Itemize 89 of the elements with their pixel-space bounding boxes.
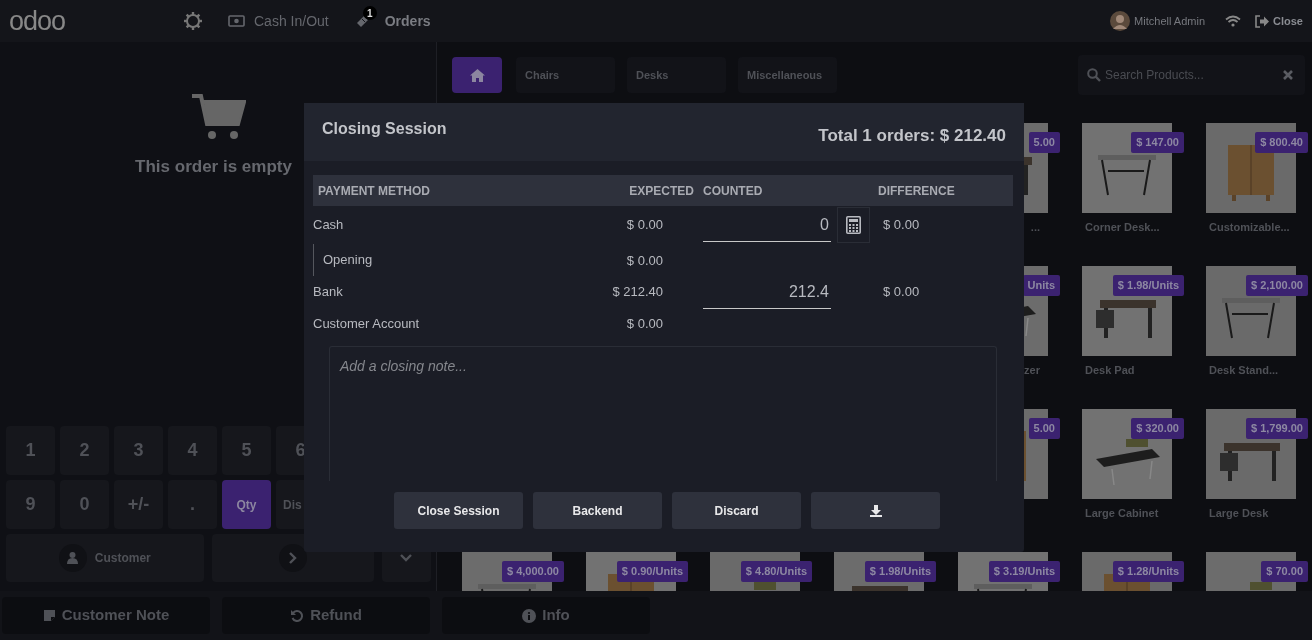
numpad-key[interactable]: . xyxy=(168,480,217,529)
customer-button[interactable]: Customer xyxy=(6,534,204,582)
calculator-icon xyxy=(846,216,861,234)
category-button[interactable]: Chairs xyxy=(516,57,615,93)
price-tag: $ 147.00 xyxy=(1131,132,1184,153)
price-tag: $ 800.40 xyxy=(1255,132,1308,153)
note-icon xyxy=(42,609,56,622)
price-tag: Units xyxy=(1022,275,1060,296)
numpad-key[interactable]: 3 xyxy=(114,426,163,475)
price-tag: $ 1,799.00 xyxy=(1246,418,1308,439)
close-button[interactable]: Close xyxy=(1255,12,1303,30)
exit-icon xyxy=(1255,14,1270,28)
column-header: EXPECTED xyxy=(629,182,694,200)
info-button[interactable]: Info xyxy=(442,597,650,634)
column-header: COUNTED xyxy=(703,182,763,200)
expected-amount: $ 0.00 xyxy=(626,315,663,334)
payment-method: Opening xyxy=(323,251,373,270)
cash-icon xyxy=(228,15,245,27)
numpad-key[interactable]: +/- xyxy=(114,480,163,529)
numpad-key[interactable]: 1 xyxy=(6,426,55,475)
wifi-icon xyxy=(1225,15,1242,27)
undo-icon xyxy=(290,608,305,623)
product-name: Large Desk xyxy=(1208,506,1270,521)
difference-amount: $ 0.00 xyxy=(882,283,920,302)
count-badge: 1 xyxy=(362,6,377,20)
numpad-key[interactable]: 0 xyxy=(60,480,109,529)
price-tag: $ 70.00 xyxy=(1261,561,1308,582)
customer-note-button[interactable]: Customer Note xyxy=(2,597,210,634)
product-name: Customizable... xyxy=(1208,220,1291,235)
user-icon xyxy=(67,552,79,564)
category-button[interactable]: Desks xyxy=(627,57,726,93)
price-tag: $ 0.90/Units xyxy=(616,561,688,582)
counted-field[interactable]: 212.4 xyxy=(703,275,831,309)
expected-amount: $ 212.40 xyxy=(612,283,663,302)
dialog-button[interactable]: Close Session xyxy=(394,492,523,529)
price-tag: $ 320.00 xyxy=(1131,418,1184,439)
price-tag: $ 1.98/Units xyxy=(1112,275,1184,296)
search-icon xyxy=(1087,68,1101,82)
column-header: PAYMENT METHOD xyxy=(318,182,430,200)
price-tag: $ 1.28/Units xyxy=(1112,561,1184,582)
chevron-down-icon xyxy=(400,554,413,562)
numpad-key[interactable]: Qty xyxy=(222,480,271,529)
home-icon xyxy=(469,68,485,82)
numpad-key[interactable]: 9 xyxy=(6,480,55,529)
price-tag: 5.00 xyxy=(1028,132,1060,153)
orders-total: Total 1 orders: $ 212.40 xyxy=(818,125,1006,147)
logo: odoo xyxy=(8,4,67,38)
price-tag: $ 3.19/Units xyxy=(988,561,1060,582)
avatar-icon xyxy=(1110,11,1131,31)
expected-amount: $ 0.00 xyxy=(626,216,663,235)
category-button[interactable]: Miscellaneous xyxy=(738,57,837,93)
product-name: zer xyxy=(1023,363,1041,378)
product-name: ... xyxy=(1029,220,1041,235)
price-tag: $ 4.80/Units xyxy=(740,561,812,582)
price-tag: $ 4,000.00 xyxy=(502,561,564,582)
search-field[interactable]: Search Products... xyxy=(1078,55,1305,95)
home-button[interactable] xyxy=(452,57,502,93)
cart-icon xyxy=(191,94,246,140)
price-tag: 5.00 xyxy=(1028,418,1060,439)
calculator-button[interactable] xyxy=(837,207,870,243)
product-name: Desk Pad xyxy=(1084,363,1136,378)
closing-note-field[interactable]: Add a closing note... xyxy=(329,346,997,481)
price-tag: $ 1.98/Units xyxy=(864,561,936,582)
dialog-title: Closing Session xyxy=(322,119,447,139)
numpad-key[interactable]: 4 xyxy=(168,426,217,475)
numpad-key[interactable]: 5 xyxy=(222,426,271,475)
product-name: Corner Desk... xyxy=(1084,220,1161,235)
payment-method: Bank xyxy=(313,283,343,302)
product-name: Large Cabinet xyxy=(1084,506,1160,521)
payment-method: Cash xyxy=(313,216,344,235)
user-name[interactable]: Mitchell Admin xyxy=(1134,12,1206,30)
download-icon xyxy=(869,505,882,518)
numpad-key[interactable]: 2 xyxy=(60,426,109,475)
refund-button[interactable]: Refund xyxy=(222,597,430,634)
cash-button[interactable]: Cash In/Out xyxy=(228,10,329,32)
product-name: Desk Stand... xyxy=(1208,363,1280,378)
settings-button[interactable] xyxy=(183,11,203,31)
info-icon xyxy=(522,608,537,623)
empty-order-message: This order is empty xyxy=(135,156,292,178)
dialog-button[interactable]: Discard xyxy=(672,492,801,529)
difference-amount: $ 0.00 xyxy=(882,216,920,235)
clear-icon[interactable] xyxy=(1283,70,1293,80)
dialog-button[interactable]: Backend xyxy=(533,492,662,529)
counted-field[interactable]: 0 xyxy=(703,208,831,242)
column-header: DIFFERENCE xyxy=(878,182,955,200)
expected-amount: $ 0.00 xyxy=(626,251,663,270)
chevron-right-icon xyxy=(288,552,297,564)
price-tag: $ 2,100.00 xyxy=(1246,275,1308,296)
payment-method: Customer Account xyxy=(313,315,420,334)
